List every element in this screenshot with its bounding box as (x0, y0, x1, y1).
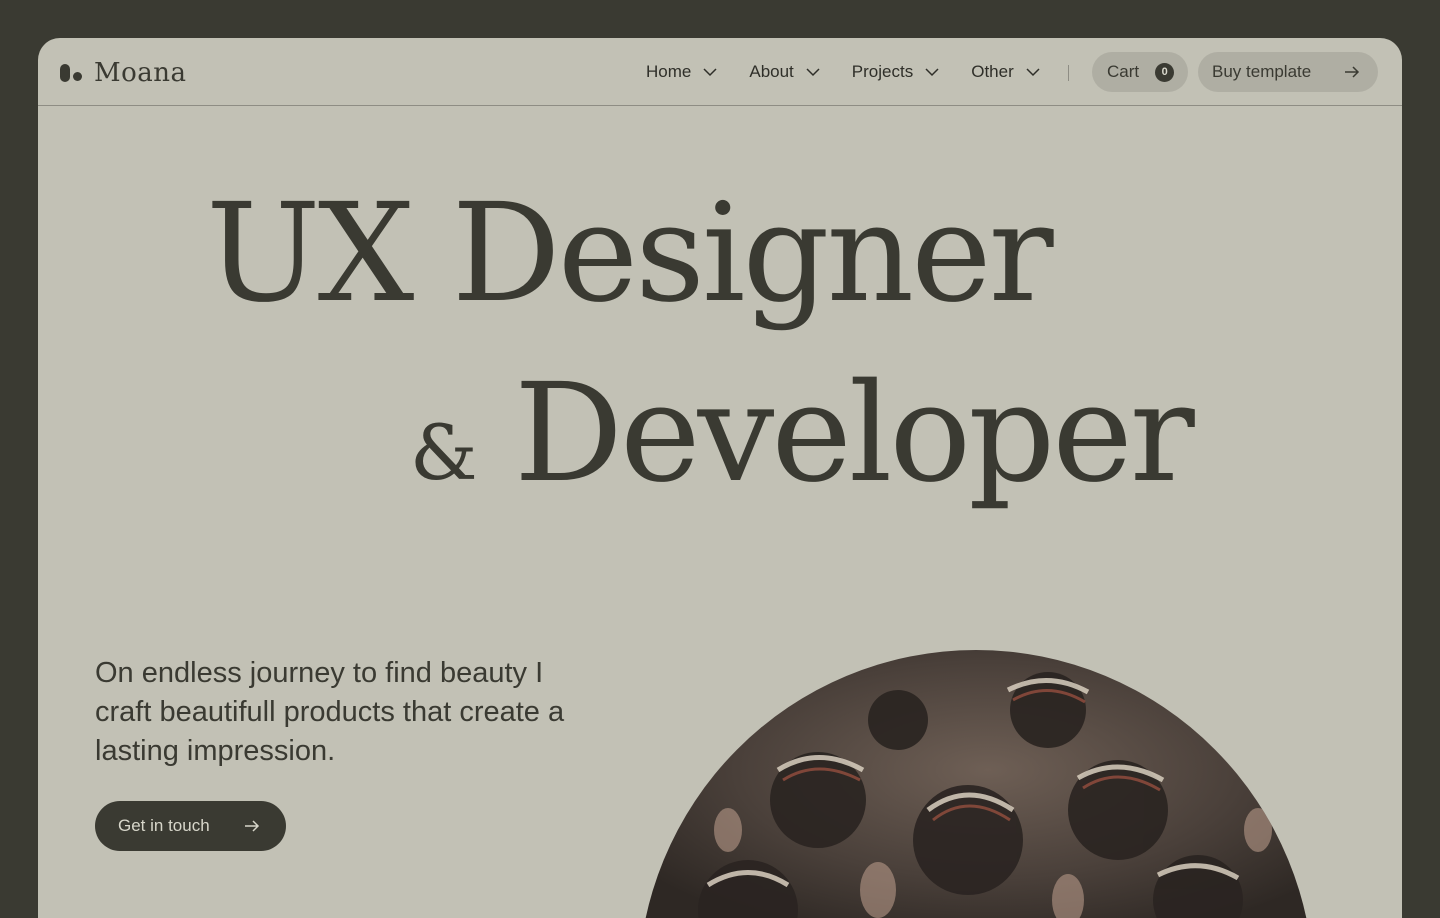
chevron-down-icon (703, 68, 717, 77)
menu-item-other[interactable]: Other (971, 62, 1040, 82)
menu-item-projects[interactable]: Projects (852, 62, 939, 82)
hero-headline-line1: UX Designer (206, 175, 1054, 333)
hero-tagline: On endless journey to find beauty I craf… (95, 657, 565, 767)
chevron-down-icon (1026, 68, 1040, 77)
main-menu: Home About Projects Other (646, 60, 1072, 84)
hero-headline-line2: Developer (514, 355, 1195, 513)
cart-label: Cart (1107, 62, 1140, 81)
hero-ampersand: & (410, 408, 478, 497)
logo-text: Moana (94, 58, 187, 88)
page-frame: Moana Home About Projects Other Cart 0 B… (38, 38, 1402, 918)
hero-photo (638, 650, 1314, 918)
buy-template-label: Buy template (1212, 62, 1312, 81)
menu-item-about[interactable]: About (749, 62, 820, 82)
menu-item-label: Home (646, 62, 692, 81)
logo[interactable]: Moana (60, 58, 187, 88)
menu-item-label: Other (971, 62, 1014, 81)
chevron-down-icon (925, 68, 939, 77)
nav-divider (1068, 65, 1069, 81)
menu-item-home[interactable]: Home (646, 62, 717, 82)
chevron-down-icon (806, 68, 820, 77)
cart-button[interactable]: Cart 0 (1092, 52, 1188, 92)
top-navigation: Moana Home About Projects Other Cart 0 B… (38, 38, 1402, 106)
menu-item-label: Projects (851, 62, 914, 81)
menu-item-label: About (749, 62, 794, 81)
buy-template-button[interactable]: Buy template (1198, 52, 1378, 92)
get-in-touch-label: Get in touch (118, 816, 210, 835)
get-in-touch-button[interactable]: Get in touch (95, 801, 286, 851)
arrow-right-icon (245, 820, 260, 832)
logo-mark-icon (60, 63, 84, 83)
cart-count-badge: 0 (1155, 62, 1175, 82)
arrow-right-icon (1345, 66, 1360, 78)
